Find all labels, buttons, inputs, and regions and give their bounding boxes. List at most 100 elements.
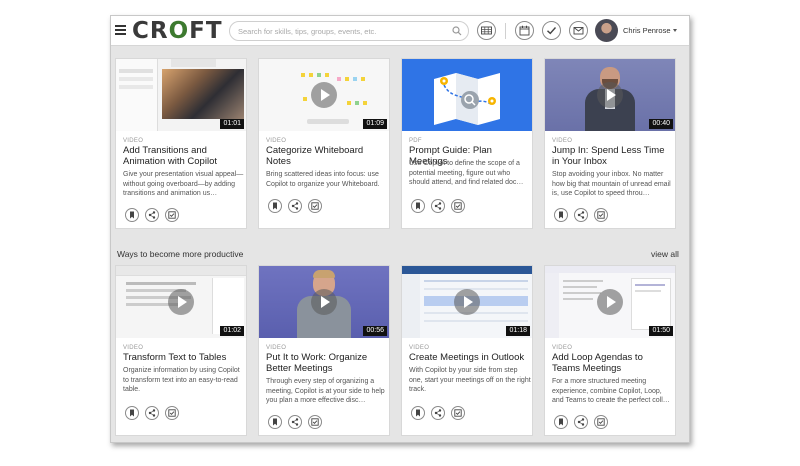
bookmark-button[interactable]: [125, 406, 139, 420]
share-icon: [577, 418, 585, 426]
mail-icon: [573, 27, 584, 35]
card-description: Give your presentation visual appeal—wit…: [123, 171, 244, 197]
bookmark-icon: [559, 211, 563, 219]
grid-button[interactable]: [477, 21, 496, 40]
save-button[interactable]: [451, 199, 465, 213]
share-icon: [434, 409, 442, 417]
content-type: VIDEO: [266, 345, 287, 351]
save-icon: [168, 409, 176, 417]
bookmark-icon: [273, 202, 277, 210]
grid-icon: [481, 26, 492, 35]
card-title[interactable]: Put It to Work: Organize Better Meetings: [266, 352, 386, 374]
share-button[interactable]: [431, 406, 445, 420]
save-button[interactable]: [165, 406, 179, 420]
content-type: VIDEO: [552, 345, 573, 351]
video-thumbnail[interactable]: 00:56: [259, 266, 389, 338]
save-icon: [597, 418, 605, 426]
content-card[interactable]: PDF Prompt Guide: Plan Meetings Use Copi…: [401, 58, 533, 229]
top-bar: CROFT Chris Penrose: [111, 16, 689, 46]
play-icon[interactable]: [597, 289, 623, 315]
bookmark-button[interactable]: [411, 199, 425, 213]
play-icon[interactable]: [311, 82, 337, 108]
share-icon: [148, 211, 156, 219]
card-title[interactable]: Create Meetings in Outlook: [409, 352, 529, 364]
card-title[interactable]: Add Transitions and Animation with Copil…: [123, 145, 243, 167]
card-title[interactable]: Jump In: Spend Less Time in Your Inbox: [552, 145, 672, 167]
tasks-button[interactable]: [542, 21, 561, 40]
play-icon[interactable]: [168, 289, 194, 315]
video-duration: 00:40: [649, 119, 673, 129]
share-button[interactable]: [145, 406, 159, 420]
content-card[interactable]: 00:56 VIDEO Put It to Work: Organize Bet…: [258, 265, 390, 436]
video-thumbnail[interactable]: 01:09: [259, 59, 389, 131]
croft-logo[interactable]: CROFT: [132, 18, 223, 44]
save-icon: [454, 202, 462, 210]
share-button[interactable]: [431, 199, 445, 213]
pdf-thumbnail[interactable]: [402, 59, 532, 131]
content-card[interactable]: 01:01 VIDEO Add Transitions and Animatio…: [115, 58, 247, 229]
save-button[interactable]: [308, 415, 322, 429]
card-title[interactable]: Add Loop Agendas to Teams Meetings: [552, 352, 672, 374]
video-duration: 01:01: [220, 119, 244, 129]
view-all-link[interactable]: view all: [651, 249, 679, 259]
content-type: PDF: [409, 138, 422, 144]
save-icon: [597, 211, 605, 219]
share-button[interactable]: [288, 199, 302, 213]
content-type: VIDEO: [123, 138, 144, 144]
content-card[interactable]: 01:09 VIDEO Categorize Whiteboard Notes …: [258, 58, 390, 229]
video-duration: 01:09: [363, 119, 387, 129]
video-duration: 01:50: [649, 326, 673, 336]
share-button[interactable]: [145, 208, 159, 222]
video-thumbnail[interactable]: 01:50: [545, 266, 675, 338]
play-icon[interactable]: [597, 82, 623, 108]
content-type: VIDEO: [266, 138, 287, 144]
card-description: Stop avoiding your inbox. No matter how …: [552, 171, 671, 197]
map-illustration: [434, 73, 500, 125]
content-card[interactable]: 01:02 VIDEO Transform Text to Tables Org…: [115, 265, 247, 436]
chevron-down-icon[interactable]: [673, 29, 677, 32]
play-icon[interactable]: [311, 289, 337, 315]
user-avatar[interactable]: [595, 19, 618, 42]
share-icon: [577, 211, 585, 219]
save-button[interactable]: [594, 208, 608, 222]
bookmark-button[interactable]: [554, 415, 568, 429]
video-duration: 01:18: [506, 326, 530, 336]
section-title: Ways to become more productive: [117, 249, 244, 259]
content-type: VIDEO: [409, 345, 430, 351]
video-thumbnail[interactable]: 01:01: [116, 59, 246, 131]
share-button[interactable]: [574, 415, 588, 429]
share-icon: [434, 202, 442, 210]
hamburger-menu-icon[interactable]: [115, 25, 126, 35]
messages-button[interactable]: [569, 21, 588, 40]
card-title[interactable]: Transform Text to Tables: [123, 352, 243, 364]
bookmark-button[interactable]: [554, 208, 568, 222]
checkmark-icon: [547, 27, 557, 35]
share-button[interactable]: [574, 208, 588, 222]
save-button[interactable]: [594, 415, 608, 429]
share-button[interactable]: [288, 415, 302, 429]
video-thumbnail[interactable]: 01:02: [116, 266, 246, 338]
search-icon[interactable]: [452, 26, 462, 36]
share-icon: [291, 202, 299, 210]
search-input[interactable]: [238, 24, 443, 39]
card-description: Organize information by using Copilot to…: [123, 367, 240, 393]
save-icon: [311, 418, 319, 426]
bookmark-button[interactable]: [268, 415, 282, 429]
user-name[interactable]: Chris Penrose: [623, 26, 671, 35]
bookmark-button[interactable]: [125, 208, 139, 222]
card-title[interactable]: Categorize Whiteboard Notes: [266, 145, 386, 167]
calendar-button[interactable]: [515, 21, 534, 40]
card-description: Use Copilot to define the scope of a pot…: [409, 160, 524, 186]
save-icon: [311, 202, 319, 210]
save-button[interactable]: [165, 208, 179, 222]
play-icon[interactable]: [454, 289, 480, 315]
save-button[interactable]: [451, 406, 465, 420]
save-button[interactable]: [308, 199, 322, 213]
content-card[interactable]: 01:50 VIDEO Add Loop Agendas to Teams Me…: [544, 265, 676, 436]
bookmark-button[interactable]: [268, 199, 282, 213]
content-card[interactable]: 01:18 VIDEO Create Meetings in Outlook W…: [401, 265, 533, 436]
video-thumbnail[interactable]: 00:40: [545, 59, 675, 131]
bookmark-button[interactable]: [411, 406, 425, 420]
content-card[interactable]: 00:40 VIDEO Jump In: Spend Less Time in …: [544, 58, 676, 229]
video-thumbnail[interactable]: 01:18: [402, 266, 532, 338]
